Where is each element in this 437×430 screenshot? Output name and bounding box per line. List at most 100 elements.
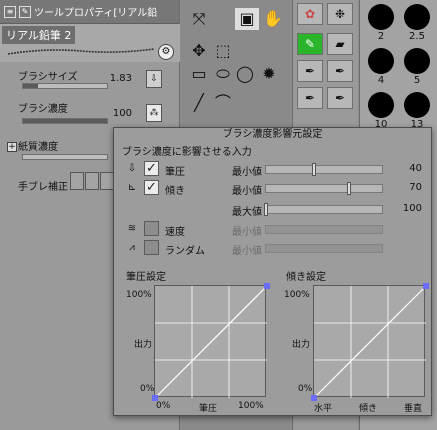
slider-knob[interactable] bbox=[264, 203, 268, 216]
graph-y-bottom: 0% bbox=[298, 384, 313, 394]
random-checkbox[interactable] bbox=[144, 240, 159, 255]
lasso-select-icon[interactable]: ◯ bbox=[233, 63, 257, 85]
pencil-tool-icon: ✎ bbox=[19, 5, 31, 18]
speed-checkbox[interactable] bbox=[144, 221, 159, 236]
graph-x-mid: 傾き bbox=[359, 404, 378, 414]
brush-preset-preview[interactable]: リアル鉛筆 2 ⚙ bbox=[0, 24, 180, 62]
brush-density-slider-fill bbox=[23, 119, 107, 123]
max-value[interactable]: 100 bbox=[386, 203, 422, 214]
move-tool-icon[interactable]: ✥ bbox=[187, 40, 211, 62]
size-dot-icon bbox=[404, 4, 430, 30]
random-min-slider bbox=[265, 244, 383, 253]
tool-property-title: ツールプロパティ[リアル鉛 bbox=[34, 8, 158, 19]
max-slider[interactable] bbox=[264, 203, 383, 216]
pressure-min-value[interactable]: 40 bbox=[386, 163, 422, 174]
random-label: ランダム bbox=[165, 246, 205, 257]
tilt-label: 傾き bbox=[165, 186, 185, 197]
graph-y-mid: 出力 bbox=[134, 340, 153, 350]
color-swatch-icon[interactable]: ✿ bbox=[297, 3, 323, 25]
panel-menu-icon[interactable]: ≡ bbox=[4, 5, 16, 18]
graph-x-left: 0% bbox=[156, 401, 171, 411]
slider-knob[interactable] bbox=[347, 182, 352, 195]
max-input-row: 最大値 100 bbox=[120, 201, 430, 219]
pressure-curve-graph[interactable] bbox=[152, 283, 270, 401]
pressure-checkbox[interactable]: ✓ bbox=[144, 161, 159, 176]
tilt-curve-graph[interactable] bbox=[311, 283, 429, 401]
graph-x-right: 100% bbox=[238, 401, 264, 411]
size-preset-item[interactable]: 13 bbox=[398, 90, 436, 130]
stabilization-box[interactable] bbox=[70, 172, 84, 190]
size-preset-item[interactable]: 4 bbox=[362, 46, 400, 86]
graph-x-right: 垂直 bbox=[404, 404, 423, 414]
hand-tool-icon[interactable]: ✋ bbox=[261, 8, 285, 30]
min-label: 最小値 bbox=[232, 186, 262, 197]
preset-settings-icon[interactable]: ⚙ bbox=[158, 44, 174, 60]
size-preset-item[interactable]: 2.5 bbox=[398, 2, 436, 42]
brush-subtool-icon[interactable]: ✒ bbox=[297, 60, 323, 82]
pressure-min-slider[interactable] bbox=[265, 163, 383, 176]
paper-density-slider[interactable] bbox=[22, 154, 108, 160]
size-preset-item[interactable]: 2 bbox=[362, 2, 400, 42]
stabilization-box[interactable] bbox=[85, 172, 99, 190]
tilt-min-value[interactable]: 70 bbox=[386, 182, 422, 193]
brush-subtool-icon[interactable]: ✒ bbox=[327, 60, 353, 82]
pressure-curve bbox=[152, 283, 270, 401]
size-dot-icon bbox=[404, 92, 430, 118]
tilt-curve bbox=[311, 283, 429, 401]
size-preset-item[interactable]: 10 bbox=[362, 90, 400, 130]
density-influence-icon[interactable]: ⁂ bbox=[146, 104, 162, 122]
size-label: 5 bbox=[413, 75, 421, 86]
speed-label: 速度 bbox=[165, 227, 185, 238]
min-label: 最小値 bbox=[232, 167, 262, 178]
brush-size-label: ブラシサイズ bbox=[18, 72, 78, 83]
pen-pressure-icon: ⇩ bbox=[127, 163, 137, 174]
size-label: 2.5 bbox=[409, 31, 425, 42]
transform-tool-icon[interactable]: ⤧ bbox=[187, 8, 211, 30]
stabilization-label: 手ブレ補正 bbox=[18, 182, 68, 193]
brush-size-slider-fill bbox=[23, 84, 39, 88]
tilt-min-slider[interactable] bbox=[265, 182, 383, 195]
stabilization-box[interactable] bbox=[100, 172, 114, 190]
brush-size-slider[interactable] bbox=[22, 83, 108, 89]
density-influence-dialog: ブラシ濃度影響元設定 ブラシ濃度に影響させる入力 ⇩ ✓ 筆圧 最小値 40 ⊾… bbox=[113, 127, 432, 416]
color-swatch-icon[interactable]: ❉ bbox=[327, 3, 353, 25]
tilt-checkbox[interactable]: ✓ bbox=[144, 180, 159, 195]
tool-property-titlebar: ≡ ✎ ツールプロパティ[リアル鉛 bbox=[0, 0, 179, 24]
operation-tool-icon[interactable]: ⬚ bbox=[211, 40, 235, 62]
size-dot-icon bbox=[368, 92, 394, 118]
pencil-subtool-icon[interactable]: ✎ bbox=[297, 33, 323, 55]
brush-subtool-icon[interactable]: ✒ bbox=[297, 87, 323, 109]
pressure-graph-title: 筆圧設定 bbox=[126, 272, 166, 283]
graph-x-mid: 筆圧 bbox=[199, 404, 218, 414]
brush-stroke-preview bbox=[7, 48, 155, 55]
graph-y-top: 100% bbox=[126, 290, 152, 300]
expand-icon[interactable]: + bbox=[7, 142, 17, 152]
stabilization-controls[interactable] bbox=[70, 172, 114, 190]
min-label: 最小値 bbox=[232, 227, 262, 238]
magic-wand-icon[interactable]: ✹ bbox=[257, 63, 281, 85]
eraser-subtool-icon[interactable]: ▰ bbox=[327, 33, 353, 55]
speed-input-row: ≋ 速度 最小値 bbox=[120, 221, 430, 239]
speed-icon: ≋ bbox=[127, 223, 137, 234]
size-label: 2 bbox=[377, 31, 385, 42]
tilt-icon: ⊾ bbox=[127, 182, 137, 193]
rect-select-icon[interactable]: ▭ bbox=[187, 63, 211, 85]
brush-subtool-icon[interactable]: ✒ bbox=[327, 87, 353, 109]
object-tool-icon[interactable]: ▣ bbox=[235, 8, 259, 30]
graph-y-bottom: 0% bbox=[140, 384, 155, 394]
slider-knob[interactable] bbox=[312, 163, 317, 176]
ellipse-select-icon[interactable]: ⬭ bbox=[211, 63, 235, 85]
size-dot-icon bbox=[368, 48, 394, 74]
paper-density-label: 紙質濃度 bbox=[18, 142, 58, 153]
tilt-input-row: ⊾ ✓ 傾き 最小値 70 bbox=[120, 180, 430, 198]
brush-density-label: ブラシ濃度 bbox=[18, 104, 68, 115]
brush-density-slider[interactable] bbox=[22, 118, 108, 124]
pressure-input-row: ⇩ ✓ 筆圧 最小値 40 bbox=[120, 161, 430, 179]
size-preset-item[interactable]: 5 bbox=[398, 46, 436, 86]
line-tool-icon[interactable]: ╱ bbox=[187, 92, 211, 114]
random-input-row: ⩘ ランダム 最小値 bbox=[120, 240, 430, 258]
curve-tool-icon[interactable]: ⌒ bbox=[211, 92, 235, 114]
section-label: ブラシ濃度に影響させる入力 bbox=[122, 147, 252, 158]
pressure-toggle-icon[interactable]: ⇩ bbox=[146, 70, 162, 88]
pressure-label: 筆圧 bbox=[165, 167, 185, 178]
